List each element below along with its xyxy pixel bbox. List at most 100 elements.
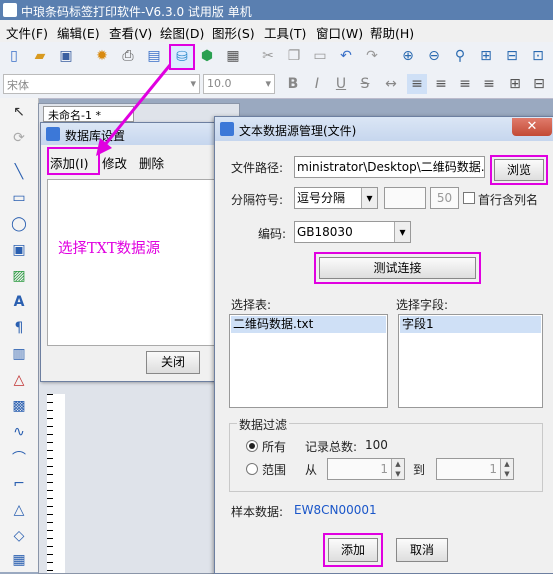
zoom-search-icon[interactable]: ⚲ bbox=[450, 46, 470, 66]
custom-separator-input[interactable] bbox=[384, 187, 426, 209]
grid-icon[interactable]: ▦ bbox=[223, 46, 243, 66]
menu-window[interactable]: 窗口(W) bbox=[316, 23, 363, 42]
curve-tool-icon[interactable]: ∿ bbox=[9, 422, 29, 442]
database-settings-icon[interactable]: ⛁ bbox=[169, 44, 195, 70]
undo-icon[interactable]: ↶ bbox=[336, 46, 356, 66]
align-center-icon[interactable]: ≡ bbox=[431, 74, 451, 94]
qrcode-tool-icon[interactable]: ▩ bbox=[9, 396, 29, 416]
align-left-icon[interactable]: ≡ bbox=[407, 74, 427, 94]
stepper-arrows-icon[interactable]: ▲ ▼ bbox=[391, 459, 404, 479]
font-family-select[interactable]: 宋体 ▾ bbox=[3, 74, 200, 94]
print-icon[interactable]: ⎙ bbox=[118, 46, 138, 66]
dialog-title: 数据库设置 bbox=[65, 129, 126, 143]
picture-tool-icon[interactable]: ▨ bbox=[9, 266, 29, 286]
zoom-out-icon[interactable]: ⊖ bbox=[424, 46, 444, 66]
menu-help[interactable]: 帮助(H) bbox=[370, 23, 414, 42]
sample-data-value: EW8CN00001 bbox=[294, 503, 377, 517]
print-preview-icon[interactable]: ▤ bbox=[144, 46, 164, 66]
underline-icon[interactable]: U bbox=[331, 74, 351, 94]
range-to-input[interactable]: 1 ▲ ▼ bbox=[436, 458, 514, 480]
app-title: 中琅条码标签打印软件-V6.3.0 试用版 单机 bbox=[21, 5, 252, 19]
zoom-in-icon[interactable]: ⊕ bbox=[398, 46, 418, 66]
close-icon[interactable]: ✕ bbox=[512, 118, 552, 136]
fit-page-icon[interactable]: ⊞ bbox=[476, 46, 496, 66]
field-list-item[interactable]: 字段1 bbox=[400, 316, 541, 333]
bold-icon[interactable]: B bbox=[283, 74, 303, 94]
pointer-icon[interactable]: ↖ bbox=[9, 102, 29, 122]
encoding-select[interactable]: GB18030 ▾ bbox=[294, 221, 411, 243]
document-tab[interactable]: 未命名-1 * bbox=[43, 106, 134, 122]
text-tool-icon[interactable]: A bbox=[9, 292, 29, 312]
menu-file[interactable]: 文件(F) bbox=[6, 23, 48, 42]
diamond-tool-icon[interactable]: ◇ bbox=[9, 526, 29, 546]
arc-tool-icon[interactable]: ⌒ bbox=[9, 448, 29, 468]
rich-text-tool-icon[interactable]: ¶ bbox=[9, 318, 29, 338]
align-justify-icon[interactable]: ≡ bbox=[479, 74, 499, 94]
italic-icon[interactable]: I bbox=[307, 74, 327, 94]
range-radio[interactable] bbox=[246, 463, 258, 475]
dialog-title-bar: 文本数据源管理(文件) ✕ bbox=[215, 117, 553, 141]
actual-size-icon[interactable]: ⊡ bbox=[528, 46, 548, 66]
menu-shape[interactable]: 图形(S) bbox=[212, 23, 255, 42]
field-list[interactable]: 字段1 bbox=[398, 314, 543, 408]
fit-width-icon[interactable]: ⊟ bbox=[502, 46, 522, 66]
main-toolbar: ▯ ▰ ▣ ✹ ⎙ ▤ ⛁ ⬢ ▦ ✂ ❐ ▭ ↶ ↷ ⊕ ⊖ ⚲ ⊞ ⊟ ⊡ bbox=[0, 42, 553, 71]
range-from-label: 从 bbox=[305, 463, 318, 477]
data-filter-label: 数据过滤 bbox=[237, 416, 290, 433]
open-folder-icon[interactable]: ▰ bbox=[30, 46, 50, 66]
data-link-icon[interactable]: ⬢ bbox=[197, 46, 217, 66]
barcode-tool-icon[interactable]: ▥ bbox=[9, 344, 29, 364]
letter-spacing-icon[interactable]: ↔ bbox=[381, 74, 401, 94]
edit-data-source-button[interactable]: 修改 bbox=[102, 153, 127, 172]
align-right-icon[interactable]: ≡ bbox=[455, 74, 475, 94]
browse-button[interactable]: 浏览 bbox=[494, 159, 544, 181]
delete-data-source-button[interactable]: 删除 bbox=[139, 153, 164, 172]
cut-icon[interactable]: ✂ bbox=[258, 46, 278, 66]
polyline-tool-icon[interactable]: ⌐ bbox=[9, 474, 29, 494]
triangle-tool-icon[interactable]: △ bbox=[9, 370, 29, 390]
data-source-list[interactable]: 选择TXT数据源 bbox=[47, 179, 215, 346]
cancel-button[interactable]: 取消 bbox=[396, 538, 448, 562]
menu-tools[interactable]: 工具(T) bbox=[264, 23, 306, 42]
copy-icon[interactable]: ❐ bbox=[284, 46, 304, 66]
paste-icon[interactable]: ▭ bbox=[310, 46, 330, 66]
range-label: 范围 bbox=[262, 463, 287, 477]
first-row-header-checkbox[interactable] bbox=[463, 192, 475, 204]
encoding-value: GB18030 bbox=[297, 225, 353, 239]
menu-draw[interactable]: 绘图(D) bbox=[160, 23, 204, 42]
table-tool-icon[interactable]: ▦ bbox=[9, 550, 29, 570]
ellipse-tool-icon[interactable]: ◯ bbox=[9, 214, 29, 234]
save-icon[interactable]: ▣ bbox=[56, 46, 76, 66]
polygon-tool-icon[interactable]: △ bbox=[9, 500, 29, 520]
test-connection-button[interactable]: 测试连接 bbox=[319, 257, 476, 279]
strikethrough-icon[interactable]: S bbox=[355, 74, 375, 94]
stepper-arrows-icon[interactable]: ▲ ▼ bbox=[500, 459, 513, 479]
table-list-item[interactable]: 二维码数据.txt bbox=[231, 316, 386, 333]
separator-extra-input[interactable]: 50 bbox=[430, 187, 459, 209]
settings-gear-icon[interactable]: ✹ bbox=[92, 46, 112, 66]
file-path-value: ministrator\Desktop\二维码数据.txt bbox=[297, 160, 485, 174]
rectangle-tool-icon[interactable]: ▭ bbox=[9, 188, 29, 208]
menu-view[interactable]: 查看(V) bbox=[109, 23, 152, 42]
close-button[interactable]: 关闭 bbox=[146, 351, 200, 374]
add-button[interactable]: 添加 bbox=[328, 538, 378, 562]
table-list[interactable]: 二维码数据.txt bbox=[229, 314, 388, 408]
all-records-radio[interactable] bbox=[246, 440, 258, 452]
redo-icon[interactable]: ↷ bbox=[362, 46, 382, 66]
distribute-vertical-icon[interactable]: ⊟ bbox=[529, 74, 549, 94]
rotate-icon[interactable]: ⟳ bbox=[9, 128, 29, 148]
text-datasource-dialog: 文本数据源管理(文件) ✕ 文件路径: ministrator\Desktop\… bbox=[214, 116, 553, 574]
range-to-value: 1 bbox=[489, 462, 497, 476]
distribute-icon[interactable]: ⊞ bbox=[505, 74, 525, 94]
chevron-down-icon: ▾ bbox=[394, 222, 410, 242]
font-size-select[interactable]: 10.0 ▾ bbox=[203, 74, 275, 94]
range-from-input[interactable]: 1 ▲ ▼ bbox=[327, 458, 405, 480]
separator-select[interactable]: 逗号分隔 ▾ bbox=[294, 187, 378, 209]
new-file-icon[interactable]: ▯ bbox=[4, 46, 24, 66]
line-tool-icon[interactable]: ╲ bbox=[9, 162, 29, 182]
select-field-label: 选择字段: bbox=[396, 298, 449, 312]
add-highlight-box bbox=[47, 147, 100, 175]
image-tool-icon[interactable]: ▣ bbox=[9, 240, 29, 260]
file-path-input[interactable]: ministrator\Desktop\二维码数据.txt bbox=[294, 156, 485, 178]
menu-edit[interactable]: 编辑(E) bbox=[57, 23, 100, 42]
